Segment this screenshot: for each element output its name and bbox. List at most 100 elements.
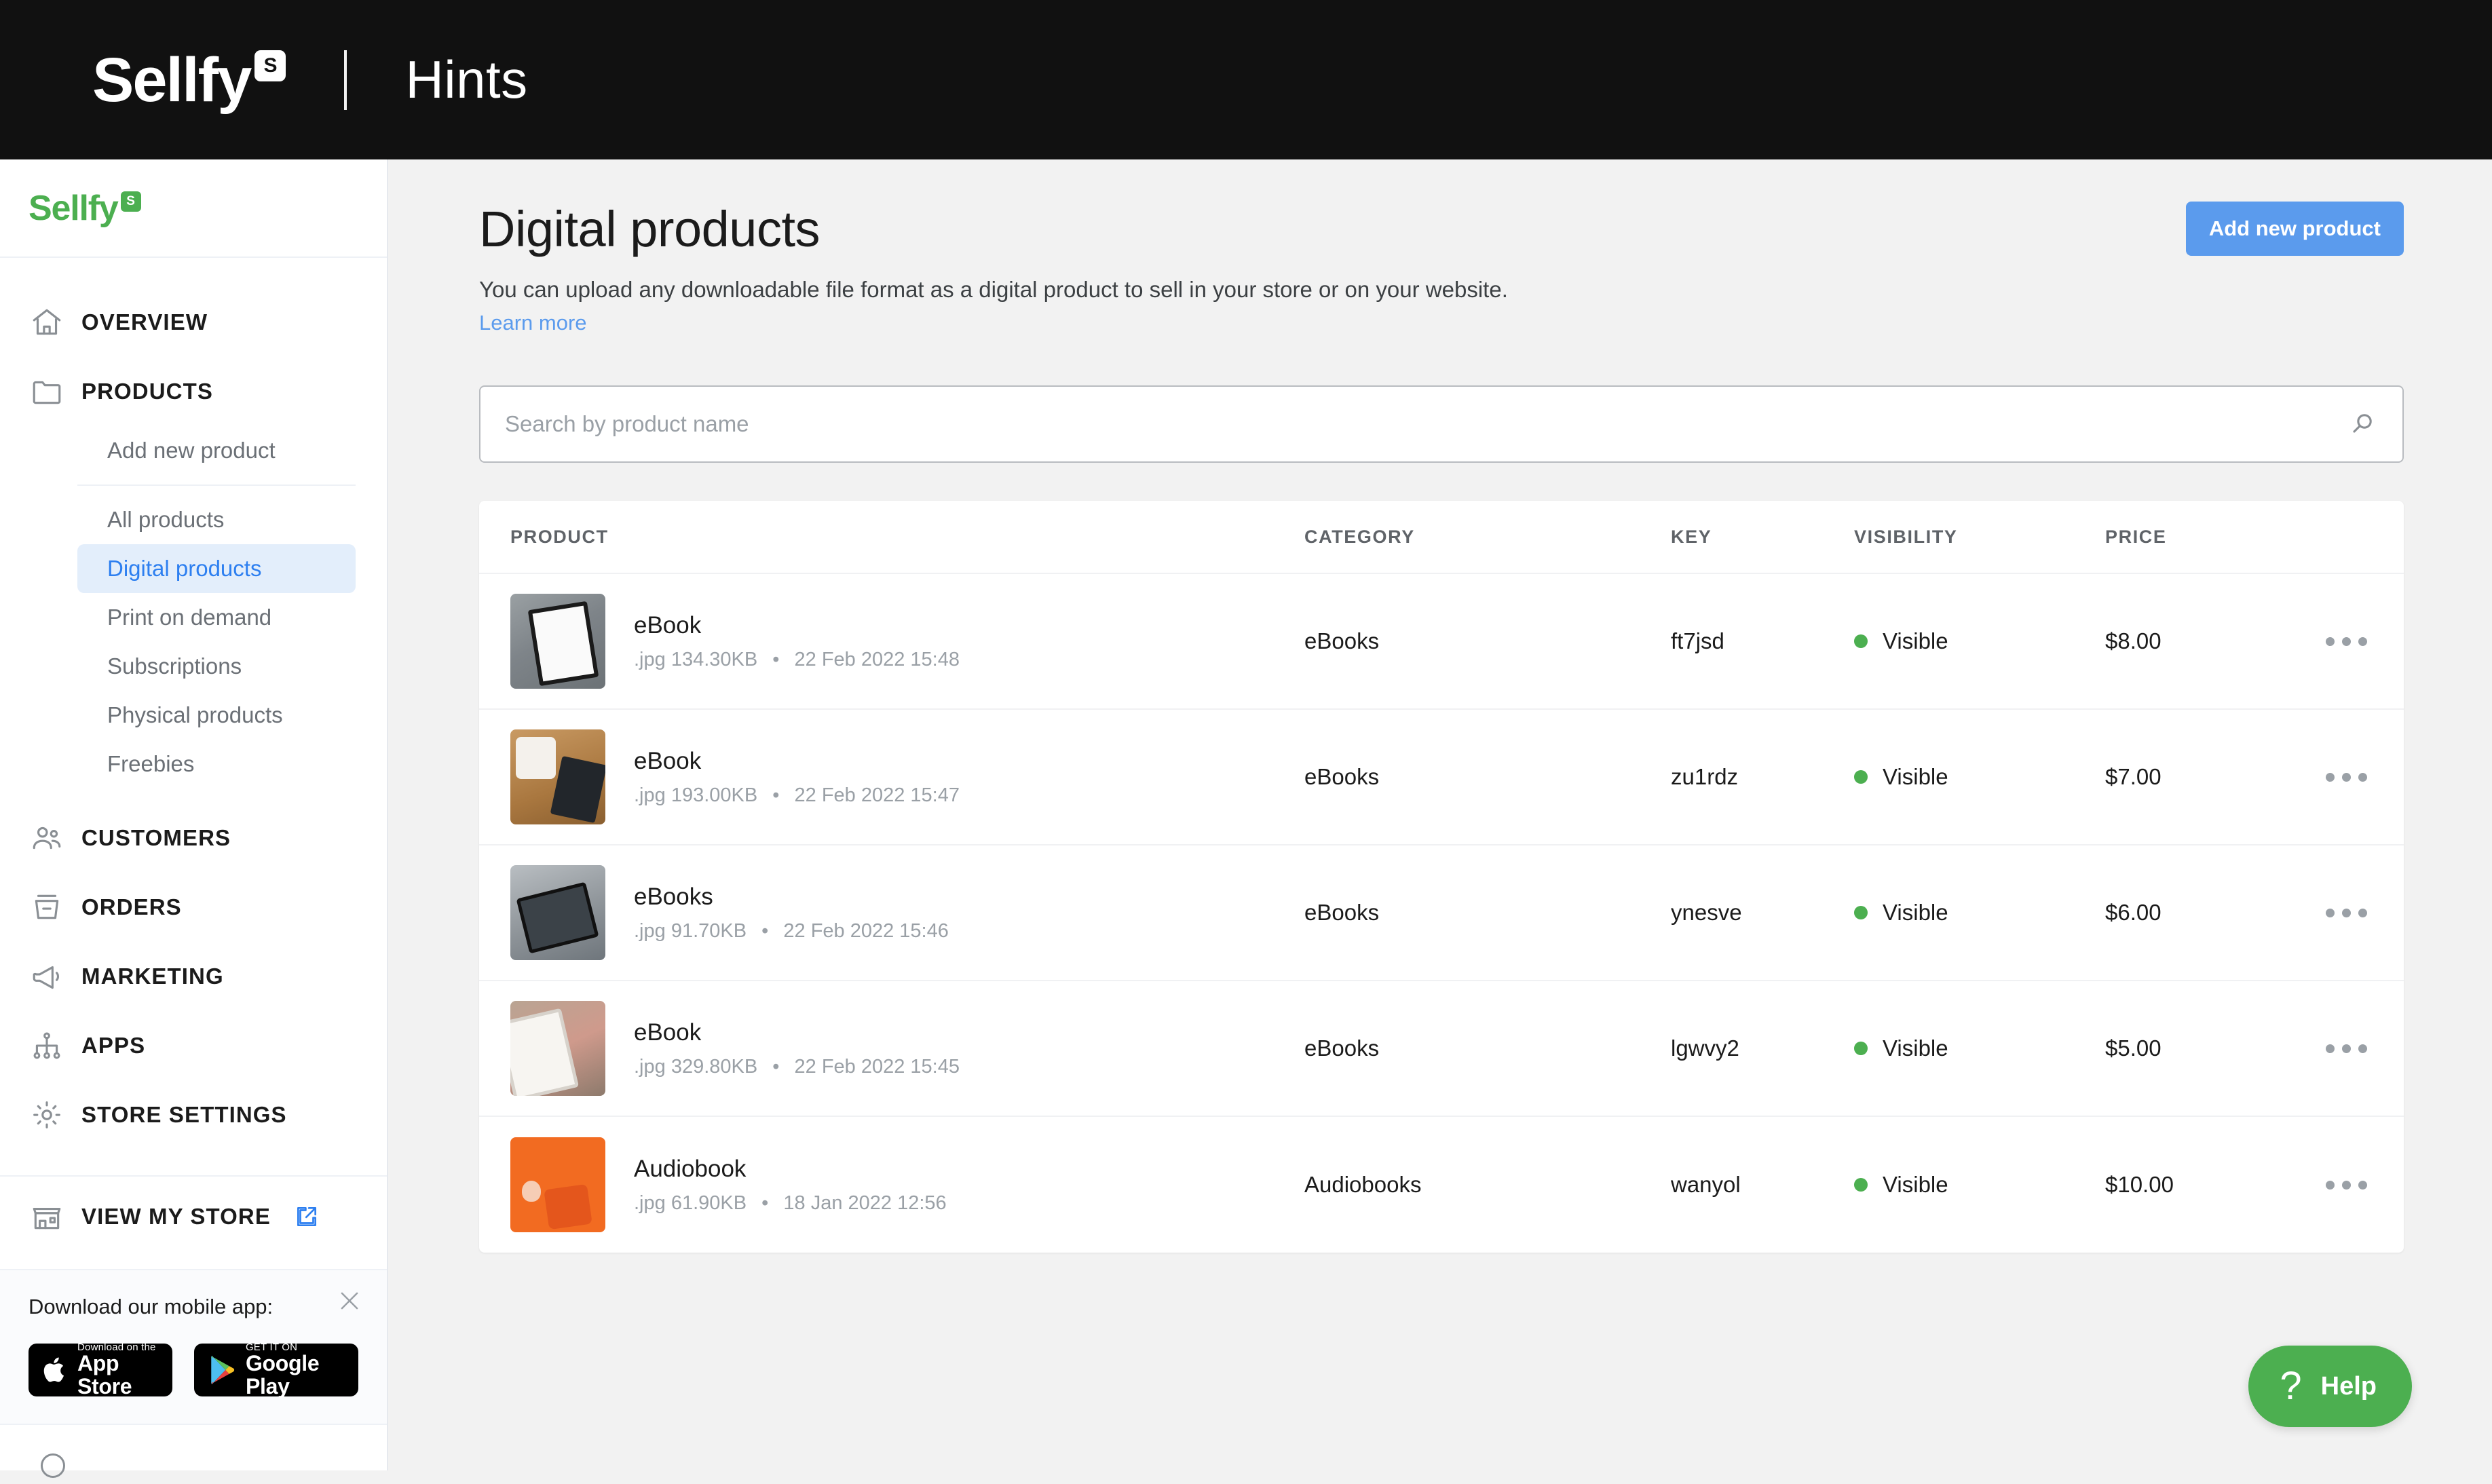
sidebar-item-customers[interactable]: CUSTOMERS xyxy=(0,803,387,873)
product-meta: .jpg 91.70KB • 22 Feb 2022 15:46 xyxy=(634,920,949,943)
product-visibility: Visible xyxy=(1883,628,1948,653)
product-category: Audiobooks xyxy=(1304,1172,1422,1197)
close-icon[interactable] xyxy=(337,1288,362,1314)
product-key: ynesve xyxy=(1671,900,1742,925)
sidebar-item-store-settings[interactable]: STORE SETTINGS xyxy=(0,1080,387,1149)
app-store-badge-label: App Store xyxy=(77,1351,132,1399)
product-filetype: .jpg xyxy=(634,1055,666,1078)
product-date: 22 Feb 2022 15:46 xyxy=(783,919,949,942)
sidebar-item-label: OVERVIEW xyxy=(81,309,208,335)
sidebar-item-marketing[interactable]: MARKETING xyxy=(0,942,387,1011)
topbar-divider xyxy=(344,50,347,110)
product-name: eBook xyxy=(634,747,702,774)
products-table: PRODUCT CATEGORY KEY VISIBILITY PRICE eB… xyxy=(479,501,2404,1253)
sidebar-item-products[interactable]: PRODUCTS xyxy=(0,357,387,426)
more-options-icon[interactable] xyxy=(2325,1044,2367,1053)
meta-separator: • xyxy=(761,1192,769,1214)
app-store-badge[interactable]: Download on the App Store xyxy=(29,1342,172,1399)
product-key: zu1rdz xyxy=(1671,764,1739,789)
meta-separator: • xyxy=(772,1055,780,1078)
meta-separator: • xyxy=(772,648,780,670)
help-circle-icon[interactable] xyxy=(38,1451,68,1481)
google-play-icon xyxy=(208,1354,236,1386)
status-dot-icon xyxy=(1854,1042,1868,1055)
product-visibility: Visible xyxy=(1883,1035,1948,1061)
status-dot-icon xyxy=(1854,770,1868,784)
sidebar-subitem-all-products[interactable]: All products xyxy=(77,495,356,544)
product-size: 193.00KB xyxy=(671,784,758,806)
page-description: You can upload any downloadable file for… xyxy=(479,277,1508,302)
status-dot-icon xyxy=(1854,1178,1868,1192)
sidebar-footer-stub xyxy=(0,1425,387,1478)
product-thumbnail xyxy=(510,729,605,824)
product-visibility: Visible xyxy=(1883,764,1948,789)
apps-icon xyxy=(29,1027,65,1064)
product-visibility: Visible xyxy=(1883,1172,1948,1197)
add-new-product-button[interactable]: Add new product xyxy=(2185,202,2404,256)
sidebar-item-overview[interactable]: OVERVIEW xyxy=(0,288,387,357)
table-row[interactable]: eBook .jpg 329.80KB • 22 Feb 2022 15:45 … xyxy=(479,981,2404,1117)
table-row[interactable]: Audiobook .jpg 61.90KB • 18 Jan 2022 12:… xyxy=(479,1117,2404,1253)
status-dot-icon xyxy=(1854,906,1868,919)
sidebar: Sellfy S OVERVIEW PRODUCTS Add new produ xyxy=(0,159,388,1478)
search-icon[interactable] xyxy=(2347,409,2377,439)
learn-more-link[interactable]: Learn more xyxy=(479,311,2404,335)
product-meta: .jpg 61.90KB • 18 Jan 2022 12:56 xyxy=(634,1192,947,1215)
sidebar-item-label: ORDERS xyxy=(81,894,182,919)
product-price: $6.00 xyxy=(2105,900,2161,925)
product-filetype: .jpg xyxy=(634,648,666,670)
megaphone-icon xyxy=(29,958,65,995)
sidebar-item-label: VIEW MY STORE xyxy=(81,1204,271,1229)
product-size: 329.80KB xyxy=(671,1055,758,1078)
column-header-price: PRICE xyxy=(2105,526,2167,547)
sidebar-badge-icon: S xyxy=(120,191,141,212)
search-input[interactable] xyxy=(480,387,2402,461)
sidebar-item-apps[interactable]: APPS xyxy=(0,1011,387,1080)
subnav-divider xyxy=(77,484,356,486)
help-button[interactable]: ? Help xyxy=(2248,1346,2412,1427)
sidebar-subitem-physical-products[interactable]: Physical products xyxy=(77,691,356,740)
table-row[interactable]: eBook .jpg 134.30KB • 22 Feb 2022 15:48 … xyxy=(479,574,2404,710)
meta-separator: • xyxy=(761,919,769,942)
search-bar[interactable] xyxy=(479,385,2404,463)
product-price: $8.00 xyxy=(2105,628,2161,653)
product-date: 18 Jan 2022 12:56 xyxy=(783,1192,947,1214)
product-thumbnail xyxy=(510,865,605,960)
more-options-icon[interactable] xyxy=(2325,772,2367,782)
home-icon xyxy=(29,304,65,341)
product-name: eBooks xyxy=(634,883,713,910)
product-size: 134.30KB xyxy=(671,648,758,670)
sidebar-subitem-print-on-demand[interactable]: Print on demand xyxy=(77,593,356,642)
sidebar-subitem-digital-products[interactable]: Digital products xyxy=(77,544,356,593)
main-content: Digital products You can upload any down… xyxy=(388,159,2492,1470)
sidebar-logo[interactable]: Sellfy S xyxy=(0,159,387,258)
more-options-icon[interactable] xyxy=(2325,636,2367,646)
external-link-icon[interactable] xyxy=(294,1204,320,1230)
status-dot-icon xyxy=(1854,634,1868,648)
more-options-icon[interactable] xyxy=(2325,908,2367,917)
product-thumbnail xyxy=(510,1001,605,1096)
orders-icon xyxy=(29,889,65,926)
google-play-badge-label: Google Play xyxy=(245,1351,320,1399)
sidebar-subitem-subscriptions[interactable]: Subscriptions xyxy=(77,642,356,691)
table-row[interactable]: eBooks .jpg 91.70KB • 22 Feb 2022 15:46 … xyxy=(479,845,2404,981)
sidebar-item-label: APPS xyxy=(81,1033,146,1058)
product-name: Audiobook xyxy=(634,1155,747,1182)
product-filetype: .jpg xyxy=(634,1192,666,1214)
sellfy-wordmark-top[interactable]: Sellfy S xyxy=(92,49,286,111)
question-mark-icon: ? xyxy=(2280,1364,2302,1408)
product-visibility: Visible xyxy=(1883,900,1948,925)
google-play-badge[interactable]: GET IT ON Google Play xyxy=(193,1342,358,1399)
gear-icon xyxy=(29,1097,65,1133)
sidebar-subitem-add-new-product[interactable]: Add new product xyxy=(77,426,356,475)
product-name: eBook xyxy=(634,611,702,639)
table-row[interactable]: eBook .jpg 193.00KB • 22 Feb 2022 15:47 … xyxy=(479,710,2404,845)
sidebar-item-orders[interactable]: ORDERS xyxy=(0,873,387,942)
sidebar-item-label: PRODUCTS xyxy=(81,379,213,404)
sidebar-item-view-my-store[interactable]: VIEW MY STORE xyxy=(0,1177,387,1257)
more-options-icon[interactable] xyxy=(2325,1180,2367,1190)
column-header-product: PRODUCT xyxy=(510,526,609,547)
products-subnav: Add new product All products Digital pro… xyxy=(0,426,387,788)
sidebar-subitem-freebies[interactable]: Freebies xyxy=(77,740,356,788)
sidebar-item-label: STORE SETTINGS xyxy=(81,1102,287,1127)
